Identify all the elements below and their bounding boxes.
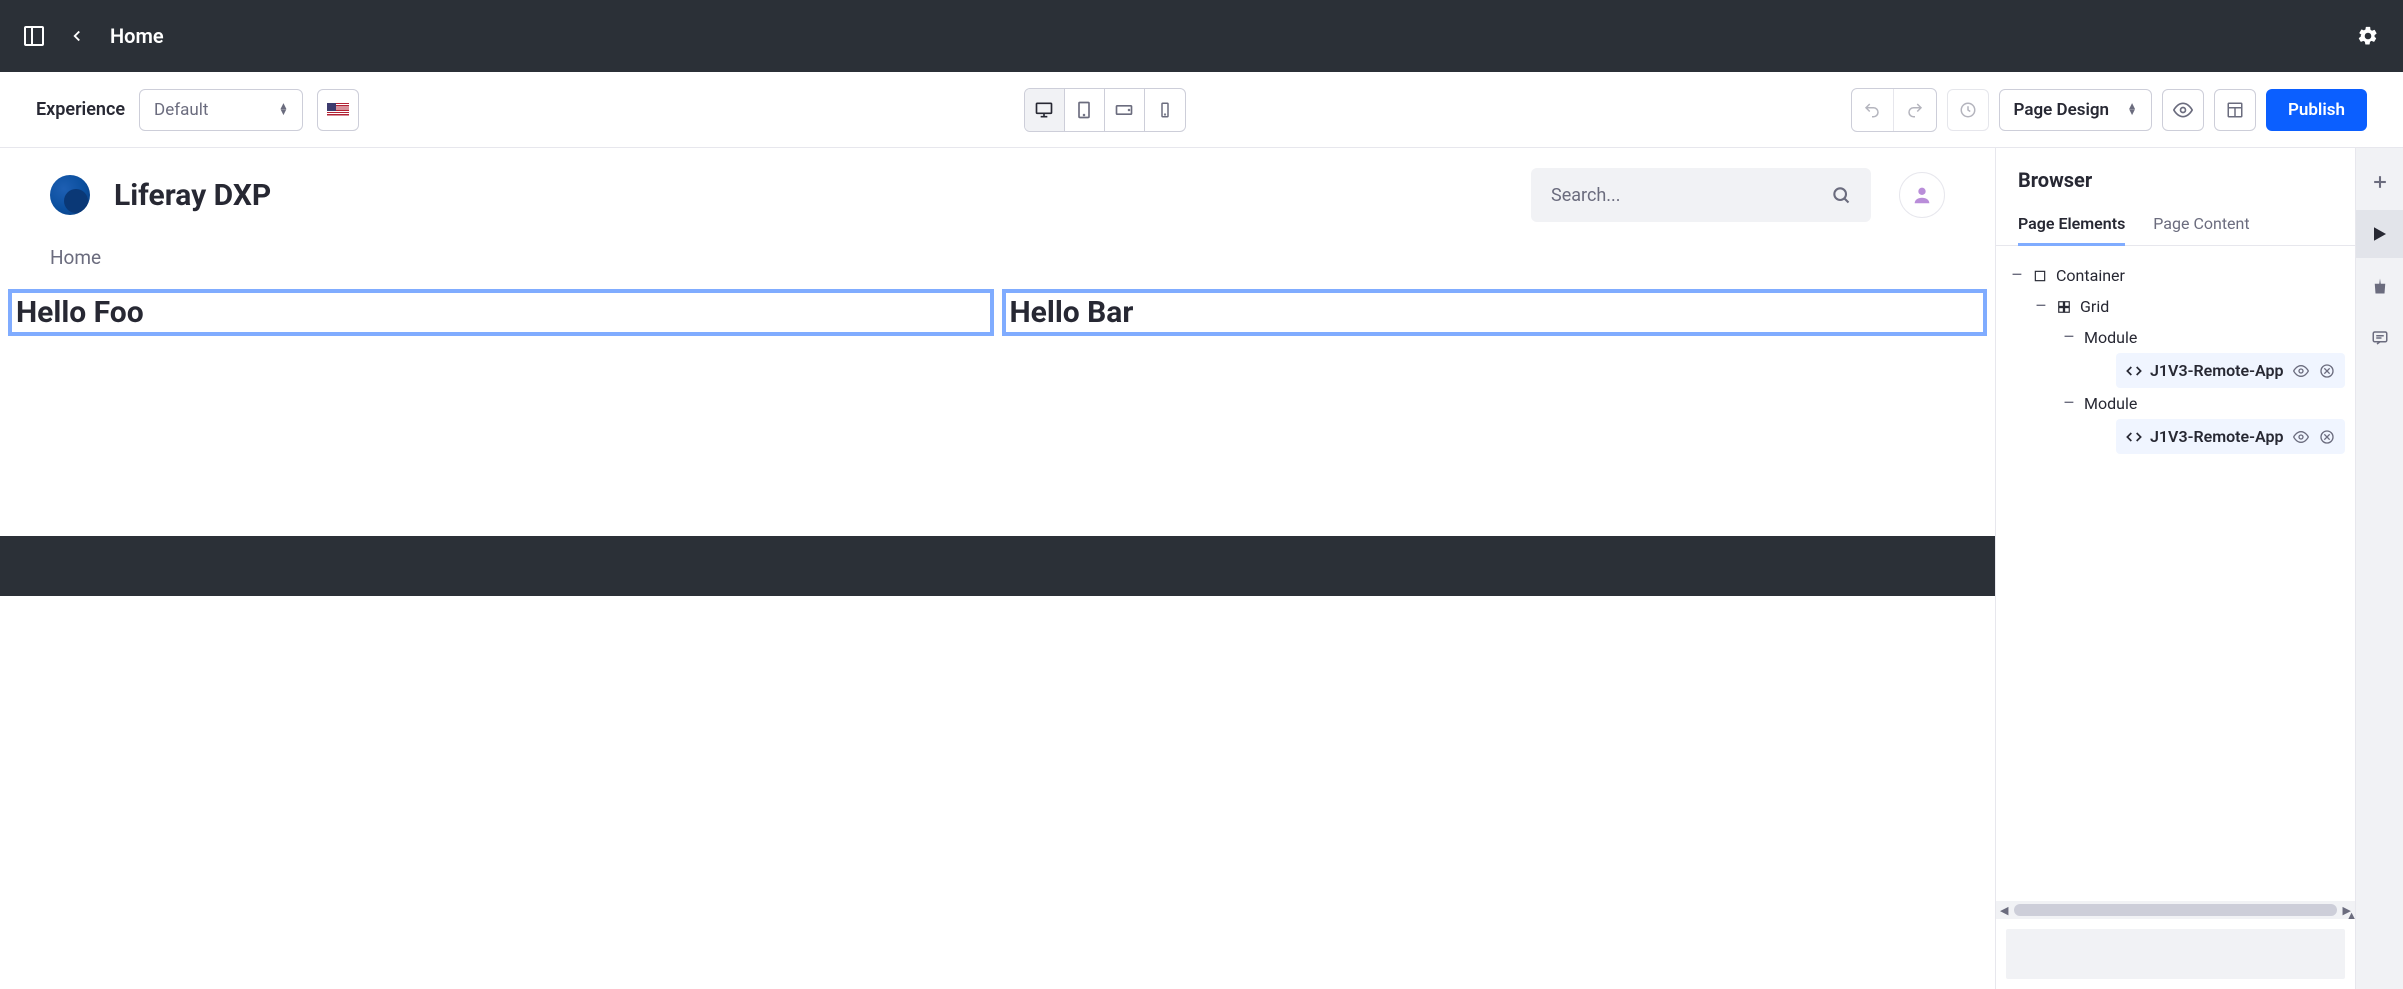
site-title: Liferay DXP xyxy=(114,178,271,213)
topbar: Home xyxy=(0,0,2403,72)
toolbar-center xyxy=(1024,88,1186,132)
add-panel-button[interactable] xyxy=(2356,158,2403,206)
history-button[interactable] xyxy=(1947,89,1989,131)
experience-label: Experience xyxy=(36,99,125,120)
sort-arrows-icon: ▲▼ xyxy=(2127,104,2137,116)
browser-panel-title: Browser xyxy=(1996,148,2355,204)
tree-label: J1V3-Remote-App xyxy=(2150,361,2284,380)
experience-value: Default xyxy=(154,100,208,120)
site-header: Liferay DXP xyxy=(0,148,1995,242)
site-header-right xyxy=(1531,168,1945,222)
tree-node-container[interactable]: – Container xyxy=(2006,260,2345,291)
code-icon xyxy=(2126,363,2142,379)
module-text: Hello Foo xyxy=(16,295,986,330)
tree-label: J1V3-Remote-App xyxy=(2150,427,2284,446)
search-input[interactable] xyxy=(1551,185,1831,206)
grid-module-left[interactable]: Hello Foo xyxy=(8,289,994,336)
module-box[interactable]: Hello Foo xyxy=(10,291,992,334)
element-tree: – Container – Grid – Module J1V3-Remote-… xyxy=(1996,246,2355,901)
eye-icon[interactable] xyxy=(2293,429,2309,445)
device-mobile-button[interactable] xyxy=(1145,89,1185,131)
main-area: Liferay DXP Home Hello Foo xyxy=(0,148,2403,989)
undo-button[interactable] xyxy=(1852,89,1894,131)
tree-leaf-remote-app[interactable]: J1V3-Remote-App xyxy=(2116,419,2345,454)
collapse-icon[interactable]: – xyxy=(2010,267,2024,285)
locale-button[interactable] xyxy=(317,89,359,131)
browser-panel-button[interactable] xyxy=(2356,210,2403,258)
device-tablet-button[interactable] xyxy=(1065,89,1105,131)
tree-label: Module xyxy=(2084,328,2137,347)
edit-mode-select[interactable]: Page Design ▲▼ xyxy=(1999,89,2152,131)
preview-button[interactable] xyxy=(2162,89,2204,131)
breadcrumb-row: Home xyxy=(0,242,1995,289)
tree-node-grid[interactable]: – Grid xyxy=(2006,291,2345,322)
toolbar: Experience Default ▲▼ xyxy=(0,72,2403,148)
code-icon xyxy=(2126,429,2142,445)
leaf-actions xyxy=(2293,363,2335,379)
search-icon xyxy=(1831,185,1851,205)
scroll-left-icon[interactable]: ◀ xyxy=(2000,904,2008,917)
module-text: Hello Bar xyxy=(1010,295,1980,330)
tree-leaf-remote-app[interactable]: J1V3-Remote-App xyxy=(2116,353,2345,388)
container-icon xyxy=(2032,268,2048,284)
collapse-icon[interactable]: – xyxy=(2034,298,2048,316)
us-flag-icon xyxy=(327,103,349,117)
search-box[interactable] xyxy=(1531,168,1871,222)
grid-container[interactable]: Hello Foo Hello Bar xyxy=(0,289,1995,336)
grid-icon xyxy=(2056,299,2072,315)
tree-label: Grid xyxy=(2080,297,2109,316)
undo-redo-group xyxy=(1851,88,1937,132)
scroll-up-icon[interactable]: ▲ xyxy=(2346,909,2357,922)
publish-button[interactable]: Publish xyxy=(2266,89,2367,131)
module-box[interactable]: Hello Bar xyxy=(1004,291,1986,334)
device-landscape-button[interactable] xyxy=(1105,89,1145,131)
panel-toggle-icon[interactable] xyxy=(24,26,44,46)
redo-button[interactable] xyxy=(1894,89,1936,131)
toolbar-left: Experience Default ▲▼ xyxy=(36,89,359,131)
scrollbar-track[interactable] xyxy=(2014,904,2336,916)
comments-panel-button[interactable] xyxy=(2356,314,2403,362)
tree-label: Module xyxy=(2084,394,2137,413)
back-button[interactable] xyxy=(68,27,86,45)
panel-bottom-placeholder xyxy=(2006,929,2345,979)
tab-page-content[interactable]: Page Content xyxy=(2153,204,2249,245)
device-desktop-button[interactable] xyxy=(1025,89,1065,131)
browser-panel-tabs: Page Elements Page Content xyxy=(1996,204,2355,246)
page-config-button[interactable] xyxy=(2214,89,2256,131)
breadcrumb[interactable]: Home xyxy=(50,246,101,269)
canvas: Liferay DXP Home Hello Foo xyxy=(0,148,1995,989)
tree-node-module[interactable]: – Module xyxy=(2006,388,2345,419)
browser-panel: Browser Page Elements Page Content – Con… xyxy=(1995,148,2355,989)
settings-button[interactable] xyxy=(2357,25,2379,47)
collapse-icon[interactable]: – xyxy=(2062,395,2076,413)
edit-mode-value: Page Design xyxy=(2014,100,2110,120)
experience-select[interactable]: Default ▲▼ xyxy=(139,89,303,131)
collapse-icon[interactable]: – xyxy=(2062,329,2076,347)
leaf-actions xyxy=(2293,429,2335,445)
user-avatar[interactable] xyxy=(1899,172,1945,218)
design-panel-button[interactable] xyxy=(2356,262,2403,310)
tab-page-elements[interactable]: Page Elements xyxy=(2018,204,2125,246)
remove-icon[interactable] xyxy=(2319,363,2335,379)
sort-arrows-icon: ▲▼ xyxy=(278,104,288,116)
device-selector xyxy=(1024,88,1186,132)
horizontal-scrollbar[interactable]: ◀ ▶ xyxy=(1996,901,2355,919)
toolbar-right: Page Design ▲▼ Publish xyxy=(1851,88,2367,132)
topbar-left: Home xyxy=(24,24,164,48)
liferay-logo-icon xyxy=(50,175,90,215)
tree-node-module[interactable]: – Module xyxy=(2006,322,2345,353)
page-title: Home xyxy=(110,24,164,48)
page-footer xyxy=(0,536,1995,596)
side-rail xyxy=(2355,148,2403,989)
grid-module-right[interactable]: Hello Bar xyxy=(1002,289,1988,336)
tree-label: Container xyxy=(2056,266,2125,285)
remove-icon[interactable] xyxy=(2319,429,2335,445)
eye-icon[interactable] xyxy=(2293,363,2309,379)
